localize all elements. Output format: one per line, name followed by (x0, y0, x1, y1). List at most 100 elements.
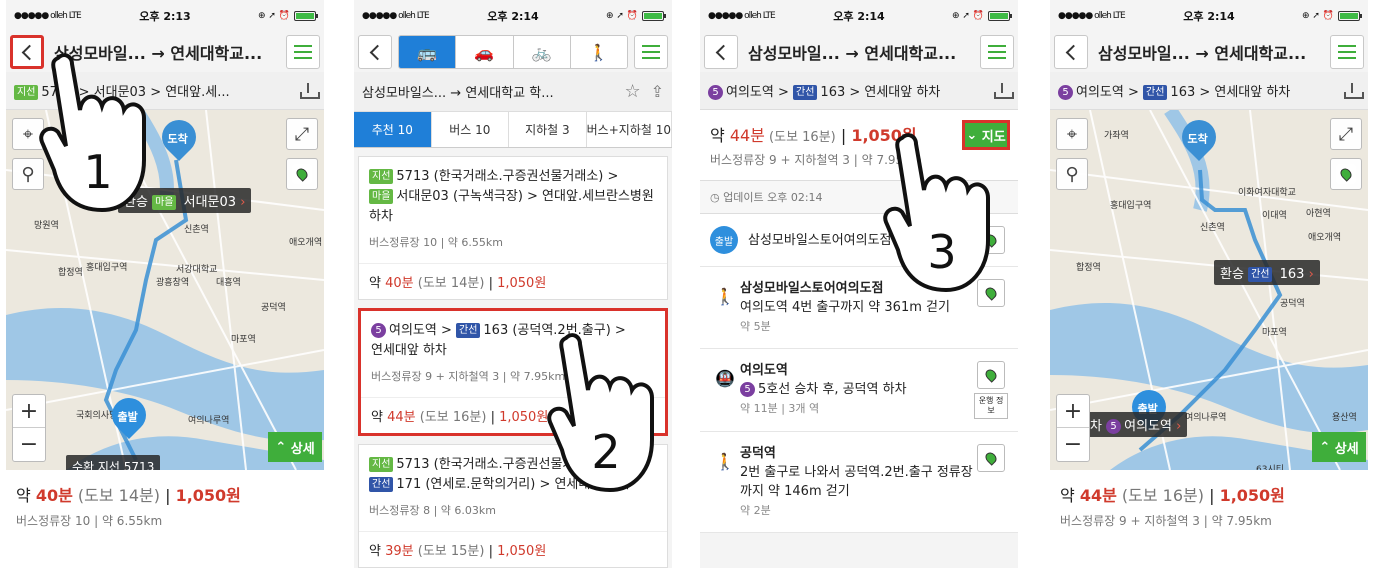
start-badge: 출발 (710, 226, 738, 254)
map-label: 서강대학교 (176, 265, 218, 275)
detail-button[interactable]: ⌃ 상세 (1312, 432, 1366, 462)
show-on-map-button[interactable] (977, 226, 1005, 254)
hamburger-icon (294, 45, 312, 59)
location-pin-icon: ⚲ (1065, 163, 1079, 185)
show-on-map-button[interactable] (977, 444, 1005, 472)
route-summary-strip: 지선 5713 > 서대문03 > 연대앞.세... (6, 72, 324, 110)
map-label: 신촌역 (184, 225, 209, 235)
location-pin-icon: ⚲ (21, 163, 35, 185)
menu-button[interactable] (634, 35, 668, 69)
fullscreen-button[interactable]: ⤢ (1330, 118, 1362, 150)
route-card[interactable]: 지선 5713 (한국거래소.구증권선물거래소) > 간선 171 (연세로.문학의… (358, 444, 668, 568)
chevron-left-icon (21, 44, 38, 60)
transport-mode-selector: 🚌 🚗 🚲 🚶 (398, 35, 628, 69)
expand-icon: ⤢ (294, 123, 310, 145)
status-bar: ●●●●● olleh LTE 오후 2:14 ⊕ ➚ ⏰ (700, 0, 1018, 32)
menu-button[interactable] (980, 35, 1014, 69)
subway-icon: 🚇 (715, 369, 735, 388)
back-button[interactable] (358, 35, 392, 69)
transfer-tooltip[interactable]: 환승 마을 서대문03 › (118, 188, 252, 213)
zoom-out-button[interactable]: − (13, 428, 45, 461)
place-button[interactable]: ⚲ (1056, 158, 1088, 190)
map-label: 망원역 (34, 221, 59, 231)
place-button[interactable]: ⚲ (12, 158, 44, 190)
map-label: 신촌역 (1200, 223, 1225, 233)
tab-bus[interactable]: 버스 10 (432, 112, 510, 147)
status-icons: ⊕ ➚ ⏰ (258, 11, 318, 21)
my-location-button[interactable]: ⌖ (1056, 118, 1088, 150)
route-map[interactable]: 가좌역 망원역 신촌역 홍대입구역 합정역 서강대학교 공덕역 여의나루역 국회… (6, 110, 324, 470)
show-on-map-button[interactable] (977, 361, 1005, 389)
mode-walk-icon[interactable]: 🚶 (570, 36, 627, 68)
back-button[interactable] (10, 35, 44, 69)
screen-route-list: ●●●●● olleh LTE 오후 2:14 ⊕ ➚ ⏰ 🚌 🚗 🚲 🚶 삼성… (354, 0, 672, 568)
map-label: 애오개역 (1308, 233, 1342, 243)
station-tooltip[interactable]: 차 5 여의도역 › (1084, 412, 1188, 437)
marker-button[interactable] (286, 158, 318, 190)
bus-label-tooltip[interactable]: 수환 지선 5713 (66, 455, 161, 470)
route-duration: 약 40분 (도보 14분) | 1,050원 (16, 486, 241, 505)
chevron-up-icon: ⌃ (275, 439, 287, 455)
show-on-map-button[interactable] (977, 279, 1005, 307)
back-button[interactable] (704, 35, 738, 69)
my-location-button[interactable]: ⌖ (12, 118, 44, 150)
route-card[interactable]: 지선 5713 (한국거래소.구증권선물거래소) > 마을 서대문03 (구녹색극장… (358, 156, 668, 300)
mode-bar: 🚌 🚗 🚲 🚶 (354, 32, 672, 72)
star-icon[interactable]: ☆ (624, 81, 640, 102)
map-toggle-button[interactable]: ⌄ 지도 (962, 120, 1010, 150)
map-label: 63시티 (1256, 465, 1285, 470)
mode-bike-icon[interactable]: 🚲 (513, 36, 571, 68)
menu-button[interactable] (1330, 35, 1364, 69)
branch-bus-badge: 지선 (14, 85, 39, 100)
zoom-in-button[interactable]: + (1057, 395, 1089, 428)
walk-step[interactable]: 🚶 삼성모바일스토어여의도점 여의도역 4번 출구까지 약 361m 걷기 약 … (700, 267, 1018, 349)
start-step[interactable]: 출발 삼성모바일스토어여의도점 (700, 214, 1018, 267)
walk-step[interactable]: 🚶 공덕역 2번 출구로 나와서 공덕역.2번.출구 정류장까지 약 146m … (700, 432, 1018, 533)
mode-transit-bus-icon[interactable]: 🚌 (399, 36, 457, 68)
map-label: 공덕역 (1280, 299, 1305, 309)
tab-subway[interactable]: 지하철 3 (509, 112, 587, 147)
battery-icon (988, 11, 1012, 21)
map-canvas (6, 110, 324, 470)
marker-button[interactable] (1330, 158, 1362, 190)
title-bar: 삼성모바일... → 연세대학교... (6, 32, 324, 72)
transfer-tooltip[interactable]: 환승 간선 163 › (1214, 260, 1320, 285)
update-time: ◷ 업데이트 오후 02:14 (700, 181, 1018, 214)
zoom-in-button[interactable]: + (13, 395, 45, 428)
map-label: 이화여자대학교 (1238, 188, 1296, 198)
map-label: 애오개역 (289, 238, 323, 248)
download-icon[interactable] (994, 82, 1014, 99)
map-label: 아현역 (1306, 209, 1331, 219)
status-bar: ●●●●● olleh LTE 오후 2:14 ⊕ ➚ ⏰ (1050, 0, 1368, 32)
map-label: 광흥창역 (156, 278, 190, 288)
zoom-out-button[interactable]: − (1057, 428, 1089, 461)
tab-bus-subway[interactable]: 버스+지하철 10 (587, 112, 672, 147)
chevron-left-icon (1065, 44, 1082, 60)
detail-button[interactable]: ⌃ 상세 (268, 432, 322, 462)
route-map[interactable]: 가좌역 신촌역 이대역 아현역 이화여자대학교 홍대입구역 애오개역 합정역 공… (1050, 110, 1368, 470)
map-label: 마포역 (1262, 328, 1287, 338)
hamburger-icon (642, 45, 660, 59)
battery-icon (1338, 11, 1362, 21)
download-icon[interactable] (300, 82, 320, 99)
route-card-selected[interactable]: 5 여의도역 > 간선 163 (공덕역.2번.출구) > 연세대앞 하차 버스정류… (358, 308, 668, 436)
map-label: 홍대입구역 (1110, 201, 1152, 211)
tab-recommended[interactable]: 추천 10 (354, 112, 432, 147)
map-label: 여의나루역 (188, 416, 230, 426)
route-summary-strip: 5 여의도역 > 간선 163 > 연세대앞 하차 (1050, 72, 1368, 110)
mode-car-icon[interactable]: 🚗 (456, 36, 514, 68)
map-label: 대흥역 (216, 278, 241, 288)
screen-route-detail: ●●●●● olleh LTE 오후 2:14 ⊕ ➚ ⏰ 삼성모바일... →… (700, 0, 1018, 568)
map-label: 홍대입구역 (86, 263, 128, 273)
share-icon[interactable]: ⇪ (651, 82, 664, 101)
download-icon[interactable] (1344, 82, 1364, 99)
schedule-info-button[interactable]: 운행 정보 (974, 393, 1008, 419)
back-button[interactable] (1054, 35, 1088, 69)
map-label: 여의나루역 (1185, 413, 1227, 423)
fullscreen-button[interactable]: ⤢ (286, 118, 318, 150)
subway-step[interactable]: 🚇 여의도역 5 5호선 승차 후, 공덕역 하차 약 11분 | 3개 역 운행… (700, 349, 1018, 432)
map-label: 용산역 (1332, 413, 1357, 423)
walk-icon: 🚶 (715, 452, 735, 471)
map-label: 합정역 (58, 268, 83, 278)
menu-button[interactable] (286, 35, 320, 69)
